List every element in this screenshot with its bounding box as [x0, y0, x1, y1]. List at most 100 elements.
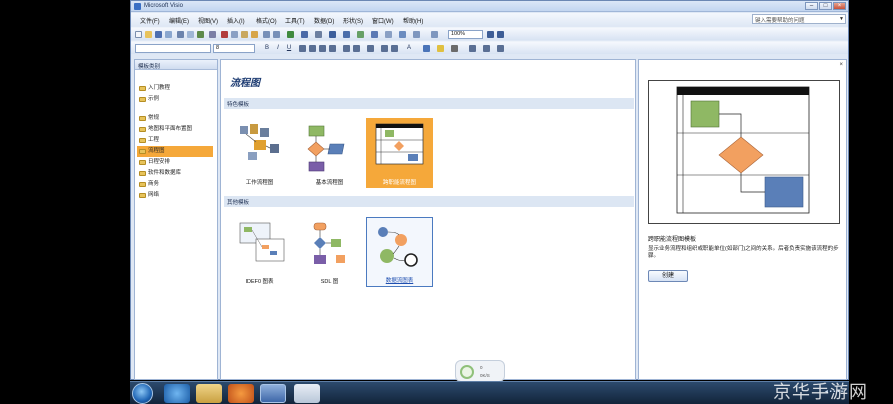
menu-edit[interactable]: 编辑(E) [169, 16, 189, 25]
menu-file[interactable]: 文件(F) [140, 16, 160, 25]
folder-icon [139, 97, 146, 102]
template-label: SDL 图 [320, 279, 339, 285]
category-software-database[interactable]: 软件和数据库 [137, 168, 217, 179]
spelling-icon[interactable] [197, 31, 204, 38]
new-icon[interactable] [135, 31, 142, 38]
explorer-icon[interactable] [196, 384, 222, 403]
zoom-select[interactable]: 100% [448, 30, 483, 39]
help-search-placeholder: 键入需要帮助的问题 [755, 18, 805, 24]
text-tool-icon[interactable] [329, 31, 336, 38]
indent-decrease-icon[interactable] [381, 45, 388, 52]
category-samples[interactable]: 示例 [137, 94, 217, 105]
pan-zoom-icon[interactable] [431, 31, 438, 38]
font-name-select[interactable] [135, 44, 211, 53]
maximize-button[interactable]: □ [819, 2, 832, 10]
close-button[interactable]: × [833, 2, 846, 10]
template-idef0[interactable]: IDEF0 图表 [226, 217, 293, 287]
folder-icon [139, 149, 146, 154]
help-icon[interactable] [487, 31, 494, 38]
task-pane-icon[interactable] [399, 31, 406, 38]
permission-icon[interactable] [165, 31, 172, 38]
hyperlink-icon[interactable] [287, 31, 294, 38]
minimize-button[interactable]: – [805, 2, 818, 10]
line-ends-icon[interactable] [497, 45, 504, 52]
document-taskbar-icon[interactable] [294, 384, 320, 403]
category-engineering[interactable]: 工程 [137, 135, 217, 146]
fill-color-icon[interactable] [437, 45, 444, 52]
font-size-select[interactable]: 8 [213, 44, 255, 53]
help-search-input[interactable]: 键入需要帮助的问题 ▼ [752, 14, 846, 24]
print-icon[interactable] [177, 31, 184, 38]
category-general[interactable]: 常规 [137, 113, 217, 124]
open-icon[interactable] [145, 31, 152, 38]
template-label: IDEF0 图表 [245, 279, 274, 285]
stencil-icon[interactable] [385, 31, 392, 38]
menu-help[interactable]: 帮助(H) [403, 16, 423, 25]
folder-icon [139, 160, 146, 165]
close-icon[interactable]: × [839, 62, 843, 68]
align-top-icon[interactable] [343, 45, 350, 52]
category-business[interactable]: 商务 [137, 179, 217, 190]
paste-icon[interactable] [241, 31, 248, 38]
cut-icon[interactable] [221, 31, 228, 38]
undo-icon[interactable] [263, 31, 270, 38]
category-getting-started[interactable]: 入门教程 [137, 83, 217, 94]
align-left-icon[interactable] [299, 45, 306, 52]
toolbar-options-icon[interactable] [497, 31, 504, 38]
template-cross-functional[interactable]: 跨职能流程图 [366, 118, 433, 188]
chevron-down-icon[interactable]: ▼ [839, 16, 844, 22]
template-basic-flowchart[interactable]: 基本流程图 [296, 118, 363, 188]
menu-window[interactable]: 窗口(W) [372, 16, 394, 25]
template-sdl[interactable]: SDL 图 [296, 217, 363, 287]
justify-icon[interactable] [329, 45, 336, 52]
media-player-icon[interactable] [228, 384, 254, 403]
bullets-icon[interactable] [367, 45, 374, 52]
research-icon[interactable] [209, 31, 216, 38]
create-button[interactable]: 创建 [648, 270, 688, 282]
pointer-tool-icon[interactable] [301, 31, 308, 38]
category-schedule[interactable]: 日程安排 [137, 157, 217, 168]
align-right-icon[interactable] [319, 45, 326, 52]
category-maps-floor-plans[interactable]: 地图和平面布置图 [137, 124, 217, 135]
menu-tools[interactable]: 工具(T) [285, 16, 305, 25]
menu-insert[interactable]: 插入(I) [227, 16, 245, 25]
template-workflow[interactable]: 工作流程图 [226, 118, 293, 188]
template-label: 数据流图表 [385, 278, 414, 284]
line-weight-icon[interactable] [469, 45, 476, 52]
bold-button[interactable]: B [263, 44, 271, 52]
template-label: 基本流程图 [315, 180, 344, 186]
redo-icon[interactable] [273, 31, 280, 38]
align-middle-icon[interactable] [353, 45, 360, 52]
start-button[interactable] [132, 383, 153, 404]
idef0-diagram-icon [239, 222, 285, 262]
print-preview-icon[interactable] [187, 31, 194, 38]
menu-shape[interactable]: 形状(S) [343, 16, 363, 25]
line-tool-icon[interactable] [343, 31, 350, 38]
visio-window: Microsoft Visio – □ × 文件(F) 编辑(E) 视图(V) … [130, 0, 849, 380]
line-color-icon[interactable] [423, 45, 430, 52]
category-network[interactable]: 网络 [137, 190, 217, 201]
menu-format[interactable]: 格式(O) [256, 16, 277, 25]
menu-view[interactable]: 视图(V) [198, 16, 218, 25]
zoom-out-icon[interactable] [413, 31, 420, 38]
title-bar: Microsoft Visio – □ × [131, 1, 848, 12]
shapes-icon[interactable] [357, 31, 364, 38]
category-flowchart[interactable]: 流程图 [137, 146, 213, 157]
speed-line-2: 0K/S [480, 373, 490, 378]
line-pattern-icon[interactable] [483, 45, 490, 52]
visio-taskbar-icon[interactable] [260, 384, 286, 403]
italic-button[interactable]: I [274, 44, 282, 52]
format-painter-icon[interactable] [251, 31, 258, 38]
ie-icon[interactable] [164, 384, 190, 403]
copy-icon[interactable] [231, 31, 238, 38]
connector-tool-icon[interactable] [315, 31, 322, 38]
indent-increase-icon[interactable] [391, 45, 398, 52]
underline-button[interactable]: U [285, 44, 293, 52]
template-data-flow[interactable]: 数据流图表 [366, 217, 433, 287]
save-icon[interactable] [155, 31, 162, 38]
drawing-tools-icon[interactable] [371, 31, 378, 38]
shadow-color-icon[interactable] [451, 45, 458, 52]
menu-data[interactable]: 数据(D) [314, 16, 334, 25]
align-center-icon[interactable] [309, 45, 316, 52]
font-color-button[interactable]: A [405, 44, 413, 52]
